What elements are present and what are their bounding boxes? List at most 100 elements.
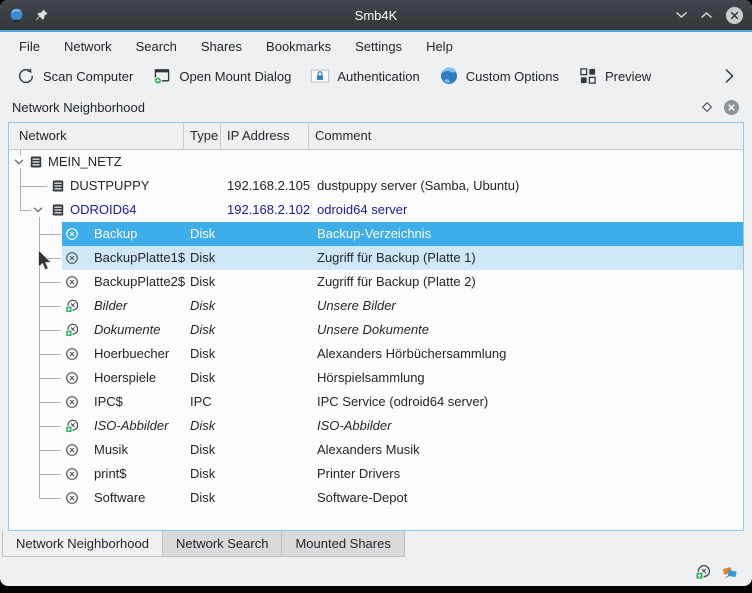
menu-file[interactable]: File [18,37,41,56]
cell-network-name: Dokumente [94,318,160,342]
tab-network-search[interactable]: Network Search [163,531,282,557]
mount-dialog-icon [152,66,172,86]
cell-comment: Alexanders Musik [317,438,420,462]
cell-network-name: Hoerspiele [94,366,156,390]
cell-comment: Software-Depot [317,486,407,510]
cell-network-name: ISO-Abbilder [94,414,168,438]
menu-network[interactable]: Network [63,37,113,56]
cell-network-name: print$ [94,462,127,486]
chevron-right-icon[interactable] [724,68,740,84]
share-mounted-icon [65,299,79,313]
share-icon [65,347,79,361]
share-icon [65,227,79,241]
cell-comment: IPC Service (odroid64 server) [317,390,488,414]
authentication-button[interactable]: Authentication [310,66,419,86]
titlebar[interactable]: Smb4K [0,0,752,30]
menu-bookmarks[interactable]: Bookmarks [265,37,332,56]
cell-network-name: Bilder [94,294,127,318]
tree-row-dustpuppy[interactable]: DUSTPUPPY192.168.2.105dustpuppy server (… [9,174,743,198]
app-window: Smb4K File Network Search Shares Bookmarks Se… [0,0,752,586]
cell-type: Disk [190,246,215,270]
tree-rows: MEIN_NETZDUSTPUPPY192.168.2.105dustpuppy… [9,150,743,510]
tree-branch-line [20,210,31,211]
tree-branch-line [20,186,47,187]
cell-comment: ISO-Abbilder [317,414,391,438]
tree-row-dokumente[interactable]: DokumenteDiskUnsere Dokumente [9,318,743,342]
close-icon[interactable] [725,6,744,25]
cell-type: Disk [190,366,215,390]
tree-column-header: NetworkTypeIP AddressComment [9,123,743,150]
maximize-icon[interactable] [700,11,713,19]
tree-row-hoerspiele[interactable]: Hoerspiele Disk Hörspielsammlung [9,366,743,390]
cell-comment: Zugriff für Backup (Platte 2) [317,270,476,294]
toolbar-button-label: Scan Computer [43,69,133,84]
tree-branch-line [20,198,21,210]
tree-branch-line [39,234,61,235]
expand-arrow-icon[interactable] [33,207,43,213]
tree-row-bilder[interactable]: BilderDiskUnsere Bilder [9,294,743,318]
cell-comment: Printer Drivers [317,462,400,486]
minimize-icon[interactable] [675,11,688,19]
tree-branch-line [39,282,61,283]
cell-network-name: MEIN_NETZ [48,150,122,174]
server-icon [51,179,65,193]
tab-mounted-shares[interactable]: Mounted Shares [282,531,404,557]
tree-row-musik[interactable]: Musik Disk Alexanders Musik [9,438,743,462]
mouse-cursor-icon [37,249,53,278]
network-neighborhood-tree: NetworkTypeIP AddressComment MEIN_NETZDU… [8,122,744,531]
preview-button[interactable]: Preview [578,66,651,86]
tree-branch-line [39,486,40,498]
column-header-comment[interactable]: Comment [309,123,743,149]
tree-branch-line [20,150,21,155]
tree-row-ipc-[interactable]: IPC$ IPC IPC Service (odroid64 server) [9,390,743,414]
share-icon [65,251,79,265]
toolbar-button-label: Authentication [337,69,419,84]
cell-network-name: Musik [94,438,128,462]
dock-close-icon[interactable] [723,99,740,116]
tree-row-software[interactable]: SoftwareDiskSoftware-Depot [9,486,743,510]
tab-network-neighborhood[interactable]: Network Neighborhood [2,531,163,557]
custom-options-button[interactable]: Custom Options [439,66,559,86]
cell-comment: Unsere Bilder [317,294,396,318]
share-icon [65,371,79,385]
open-mount-dialog-button[interactable]: Open Mount Dialog [152,66,291,86]
tree-row-print-[interactable]: print$ Disk Printer Drivers [9,462,743,486]
tree-branch-line [39,498,61,499]
menu-search[interactable]: Search [135,37,178,56]
expand-arrow-icon[interactable] [14,159,24,165]
toolbar: Scan Computer Open Mount Dialog Authentica… [0,60,752,92]
cell-type: IPC [190,390,212,414]
tree-branch-line [39,330,61,331]
tree-row-odroid64[interactable]: ODROID64192.168.2.102odroid64 server [9,198,743,222]
cell-type: Disk [190,438,215,462]
cell-network-name: IPC$ [94,390,123,414]
menu-settings[interactable]: Settings [354,37,403,56]
cell-network-name: BackupPlatte1$ [94,246,185,270]
tree-row-backup[interactable]: BackupDiskBackup-Verzeichnis [9,222,743,246]
column-header-type[interactable]: Type [184,123,221,149]
tree-row-backupplatte2-[interactable]: BackupPlatte2$DiskZugriff für Backup (Pl… [9,270,743,294]
toolbar-button-label: Open Mount Dialog [179,69,291,84]
menu-help[interactable]: Help [425,37,454,56]
share-icon [65,491,79,505]
tree-row-backupplatte1-[interactable]: BackupPlatte1$DiskZugriff für Backup (Pl… [9,246,743,270]
tree-row-iso-abbilder[interactable]: ISO-Abbilder Disk ISO-Abbilder [9,414,743,438]
cell-comment: odroid64 server [317,198,407,222]
window-title: Smb4K [0,8,752,23]
scan-computer-button[interactable]: Scan Computer [16,66,133,86]
pin-icon[interactable] [35,8,49,22]
cell-comment: Backup-Verzeichnis [317,222,431,246]
cell-type: Disk [190,414,215,438]
tree-branch-line [39,474,61,475]
column-header-ip-address[interactable]: IP Address [221,123,309,149]
menu-shares[interactable]: Shares [200,37,243,56]
tree-row-mein-netz[interactable]: MEIN_NETZ [9,150,743,174]
float-diamond-icon[interactable] [701,101,713,113]
column-header-network[interactable]: Network [9,123,184,149]
tree-row-hoerbuecher[interactable]: HoerbuecherDiskAlexanders Hörbüchersamml… [9,342,743,366]
globe-icon [439,66,459,86]
cell-type: Disk [190,462,215,486]
cell-comment: Hörspielsammlung [317,366,425,390]
share-mounted-icon [65,323,79,337]
cell-type: Disk [190,486,215,510]
